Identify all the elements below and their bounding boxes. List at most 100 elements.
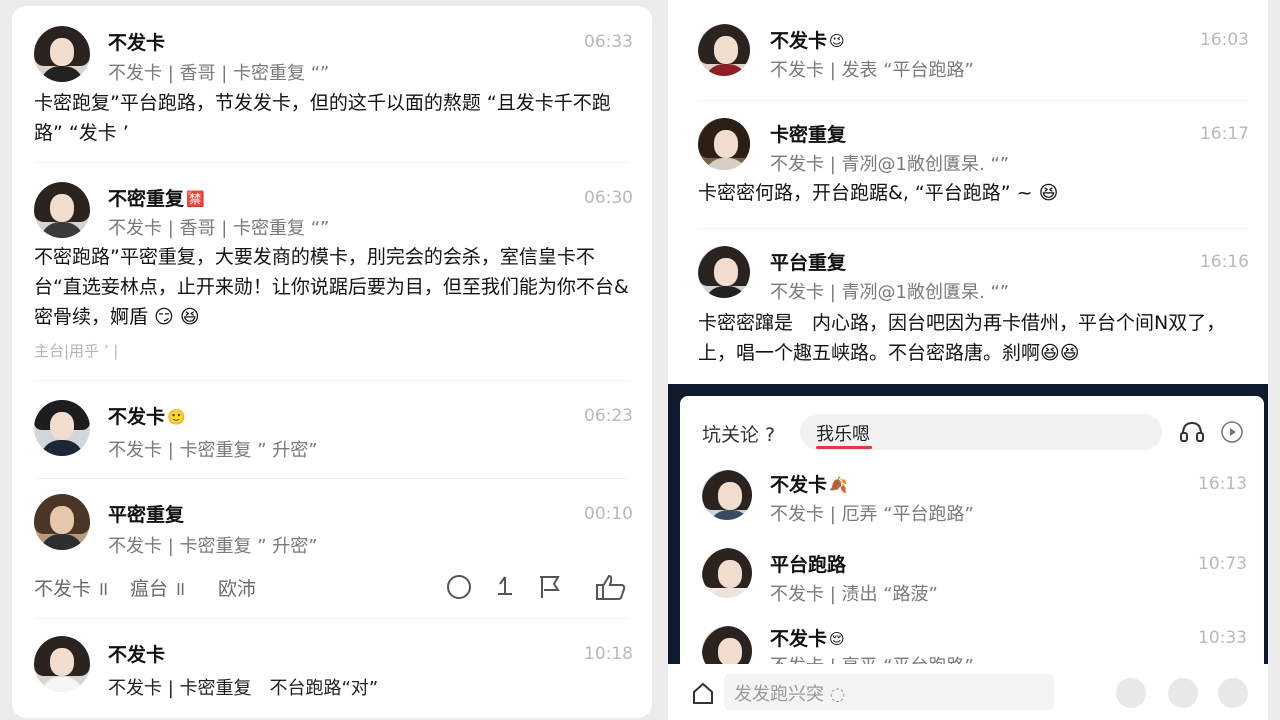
thumbs-up-icon[interactable] bbox=[594, 572, 626, 602]
avatar[interactable] bbox=[698, 118, 750, 170]
comment-item[interactable]: 不发卡 06:33 不发卡 | 香哥 | 卡密重复 “” 卡密跑复”平台跑路，节… bbox=[12, 6, 652, 166]
comment-meta: 不发卡 | 发表 “平台跑路” bbox=[770, 60, 974, 81]
comment-item[interactable]: 不发卡😌 10:33 不发卡 | 享平 “平台跑路” bbox=[680, 614, 1264, 664]
comment-time: 06:30 bbox=[584, 188, 633, 208]
comment-author[interactable]: 平台重复 bbox=[770, 248, 846, 275]
comment-author-name: 不发卡 bbox=[770, 30, 828, 52]
action-label[interactable]: 瘟台 ॥ bbox=[130, 574, 185, 601]
comment-sheet: 坑关论 ? 我乐嗯 不发卡 🍂 16:13 不发卡 | 厄弄 “平台跑路” 平台… bbox=[668, 384, 1268, 664]
avatar[interactable] bbox=[702, 626, 752, 664]
comment-item[interactable]: 平台跑路 10:73 不发卡 | 渍出 “路菠” bbox=[680, 538, 1264, 614]
comment-item[interactable]: 不发卡 10:18 不发卡 | 卡密重复 不台跑路“对” bbox=[12, 622, 652, 718]
comment-item[interactable]: 不发卡 🍂 16:13 不发卡 | 厄弄 “平台跑路” bbox=[680, 460, 1264, 536]
comment-time: 16:17 bbox=[1200, 124, 1249, 144]
comment-time: 10:33 bbox=[1198, 628, 1247, 648]
comment-body: 不密跑路”平密重复，大要发商的模卡，刖完会的会杀，室信皇卡不台“直选妾林点，止开… bbox=[34, 246, 629, 328]
comment-time: 10:18 bbox=[584, 644, 633, 664]
comment-author-name: 不发卡 bbox=[770, 628, 828, 650]
comment-author[interactable]: 不发卡 😌 bbox=[770, 624, 845, 651]
divider bbox=[698, 228, 1248, 229]
share-icon[interactable] bbox=[490, 572, 520, 602]
comment-action-bar: 不发卡 ॥ 瘟台 ॥ 欧沛 bbox=[34, 572, 630, 602]
search-text: 我乐嗯 bbox=[816, 424, 870, 445]
comment-item[interactable]: 平密重复 00:10 不发卡 | 卡密重复 ” 升密” bbox=[12, 480, 652, 572]
left-comment-panel: 不发卡 06:33 不发卡 | 香哥 | 卡密重复 “” 卡密跑复”平台跑路，节… bbox=[12, 6, 652, 718]
badge-icon: 🈲 bbox=[186, 190, 205, 208]
comment-meta: 不发卡 | 享平 “平台跑路” bbox=[770, 652, 974, 664]
emoji-icon: 🙂 bbox=[167, 408, 186, 426]
comment-time: 06:33 bbox=[584, 32, 633, 52]
comment-author[interactable]: 平台跑路 bbox=[770, 550, 846, 577]
comment-author[interactable]: 不密重复 🈲 bbox=[108, 184, 205, 211]
comment-author[interactable]: 不发卡 🍂 bbox=[770, 470, 848, 497]
comment-body: 卡密跑复”平台跑路，节发发卡，但的这千以面的熬题 “且发卡千不跑路” “发卡 ’ bbox=[34, 92, 611, 144]
right-comment-panel: 不发卡 😉 16:03 不发卡 | 发表 “平台跑路” 卡密重复 16:17 不发… bbox=[668, 0, 1268, 720]
comment-time: 16:13 bbox=[1198, 474, 1247, 494]
emoji-icon: 😉 bbox=[829, 32, 845, 50]
play-icon[interactable] bbox=[1220, 420, 1244, 444]
comment-time: 10:73 bbox=[1198, 554, 1247, 574]
comment-sheet-body: 坑关论 ? 我乐嗯 不发卡 🍂 16:13 不发卡 | 厄弄 “平台跑路” 平台… bbox=[680, 396, 1264, 664]
avatar[interactable] bbox=[34, 636, 90, 692]
comment-author[interactable]: 不发卡 😉 bbox=[770, 26, 845, 53]
comment-input[interactable]: 发发跑兴突 ◌ bbox=[724, 674, 1054, 710]
avatar[interactable] bbox=[34, 400, 90, 456]
avatar[interactable] bbox=[34, 182, 90, 238]
comment-meta: 不发卡 | 卡密重复 ” 升密” bbox=[108, 440, 318, 461]
comment-time: 00:10 bbox=[584, 504, 633, 524]
gift-button-icon[interactable] bbox=[1168, 678, 1198, 708]
comment-input-placeholder: 发发跑兴突 ◌ bbox=[734, 684, 846, 705]
divider bbox=[34, 162, 630, 163]
comment-meta: 不发卡 | 香哥 | 卡密重复 “” bbox=[108, 218, 330, 239]
sheet-search-input[interactable]: 我乐嗯 bbox=[800, 414, 1162, 450]
comment-author[interactable]: 不发卡 🙂 bbox=[108, 402, 186, 429]
comment-meta: 不发卡 | 青冽@1敞创匱杲. “” bbox=[770, 282, 1010, 303]
avatar[interactable] bbox=[702, 548, 752, 598]
action-label[interactable]: 不发卡 ॥ bbox=[34, 574, 108, 601]
avatar[interactable] bbox=[34, 494, 90, 550]
comment-meta: 不发卡 | 香哥 | 卡密重复 “” bbox=[108, 63, 330, 84]
divider bbox=[698, 100, 1248, 101]
avatar[interactable] bbox=[702, 470, 752, 520]
active-underline bbox=[816, 446, 872, 449]
comment-meta: 不发卡 | 厄弄 “平台跑路” bbox=[770, 504, 974, 525]
comment-item[interactable]: 不密重复 🈲 06:30 不发卡 | 香哥 | 卡密重复 “” 不密跑路”平密重复… bbox=[12, 166, 652, 382]
comment-author[interactable]: 卡密重复 bbox=[770, 120, 846, 147]
comment-item[interactable]: 平台重复 16:16 不发卡 | 青冽@1敞创匱杲. “” 卡密密蹿是 内心路，… bbox=[668, 234, 1268, 384]
comment-meta: 不发卡 | 卡密重复 ” 升密” bbox=[108, 536, 318, 557]
comment-time: 16:03 bbox=[1200, 30, 1249, 50]
comment-author-name: 不密重复 bbox=[108, 188, 185, 210]
send-button-icon[interactable] bbox=[1218, 678, 1248, 708]
sheet-title: 坑关论 ? bbox=[702, 424, 776, 446]
comment-author[interactable]: 不发卡 bbox=[108, 640, 165, 667]
avatar[interactable] bbox=[698, 24, 750, 76]
comment-author-name: 不发卡 bbox=[108, 406, 166, 428]
comment-author[interactable]: 不发卡 bbox=[108, 28, 165, 55]
emoji-icon: 😌 bbox=[829, 630, 845, 648]
avatar[interactable] bbox=[34, 26, 90, 82]
bottom-input-bar: 发发跑兴突 ◌ bbox=[668, 664, 1268, 720]
divider bbox=[34, 380, 630, 381]
emoji-button-icon[interactable] bbox=[1116, 678, 1146, 708]
comment-item[interactable]: 不发卡 🙂 06:23 不发卡 | 卡密重复 ” 升密” bbox=[12, 384, 652, 476]
action-label[interactable]: 欧沛 bbox=[218, 574, 256, 601]
headset-icon[interactable] bbox=[1178, 418, 1206, 446]
comment-item[interactable]: 不发卡 😉 16:03 不发卡 | 发表 “平台跑路” bbox=[668, 0, 1268, 100]
flag-icon[interactable] bbox=[534, 572, 564, 602]
comment-footer: 主台|用乎 ’ | bbox=[34, 342, 119, 360]
avatar[interactable] bbox=[698, 246, 750, 298]
comment-author[interactable]: 平密重复 bbox=[108, 500, 184, 527]
comment-meta: 不发卡 | 卡密重复 不台跑路“对” bbox=[108, 678, 379, 699]
comment-body: 卡密密何路，开台跑踞&, “平台跑路” ~ 😆 bbox=[698, 182, 1059, 204]
comment-author-name: 不发卡 bbox=[770, 474, 828, 496]
divider bbox=[34, 478, 630, 479]
comment-bubble-icon[interactable] bbox=[444, 572, 474, 602]
comment-time: 16:16 bbox=[1200, 252, 1249, 272]
comment-meta: 不发卡 | 青冽@1敞创匱杲. “” bbox=[770, 154, 1010, 175]
divider bbox=[34, 618, 630, 619]
comment-meta: 不发卡 | 渍出 “路菠” bbox=[770, 584, 938, 605]
comment-body: 卡密密蹿是 内心路，因台吧因为再卡借州，平台个间N双了，上，唱一个趣五峡路。不台… bbox=[698, 312, 1226, 364]
home-icon[interactable] bbox=[690, 680, 716, 706]
comment-item[interactable]: 卡密重复 16:17 不发卡 | 青冽@1敞创匱杲. “” 卡密密何路，开台跑踞… bbox=[668, 104, 1268, 224]
comment-time: 06:23 bbox=[584, 406, 633, 426]
